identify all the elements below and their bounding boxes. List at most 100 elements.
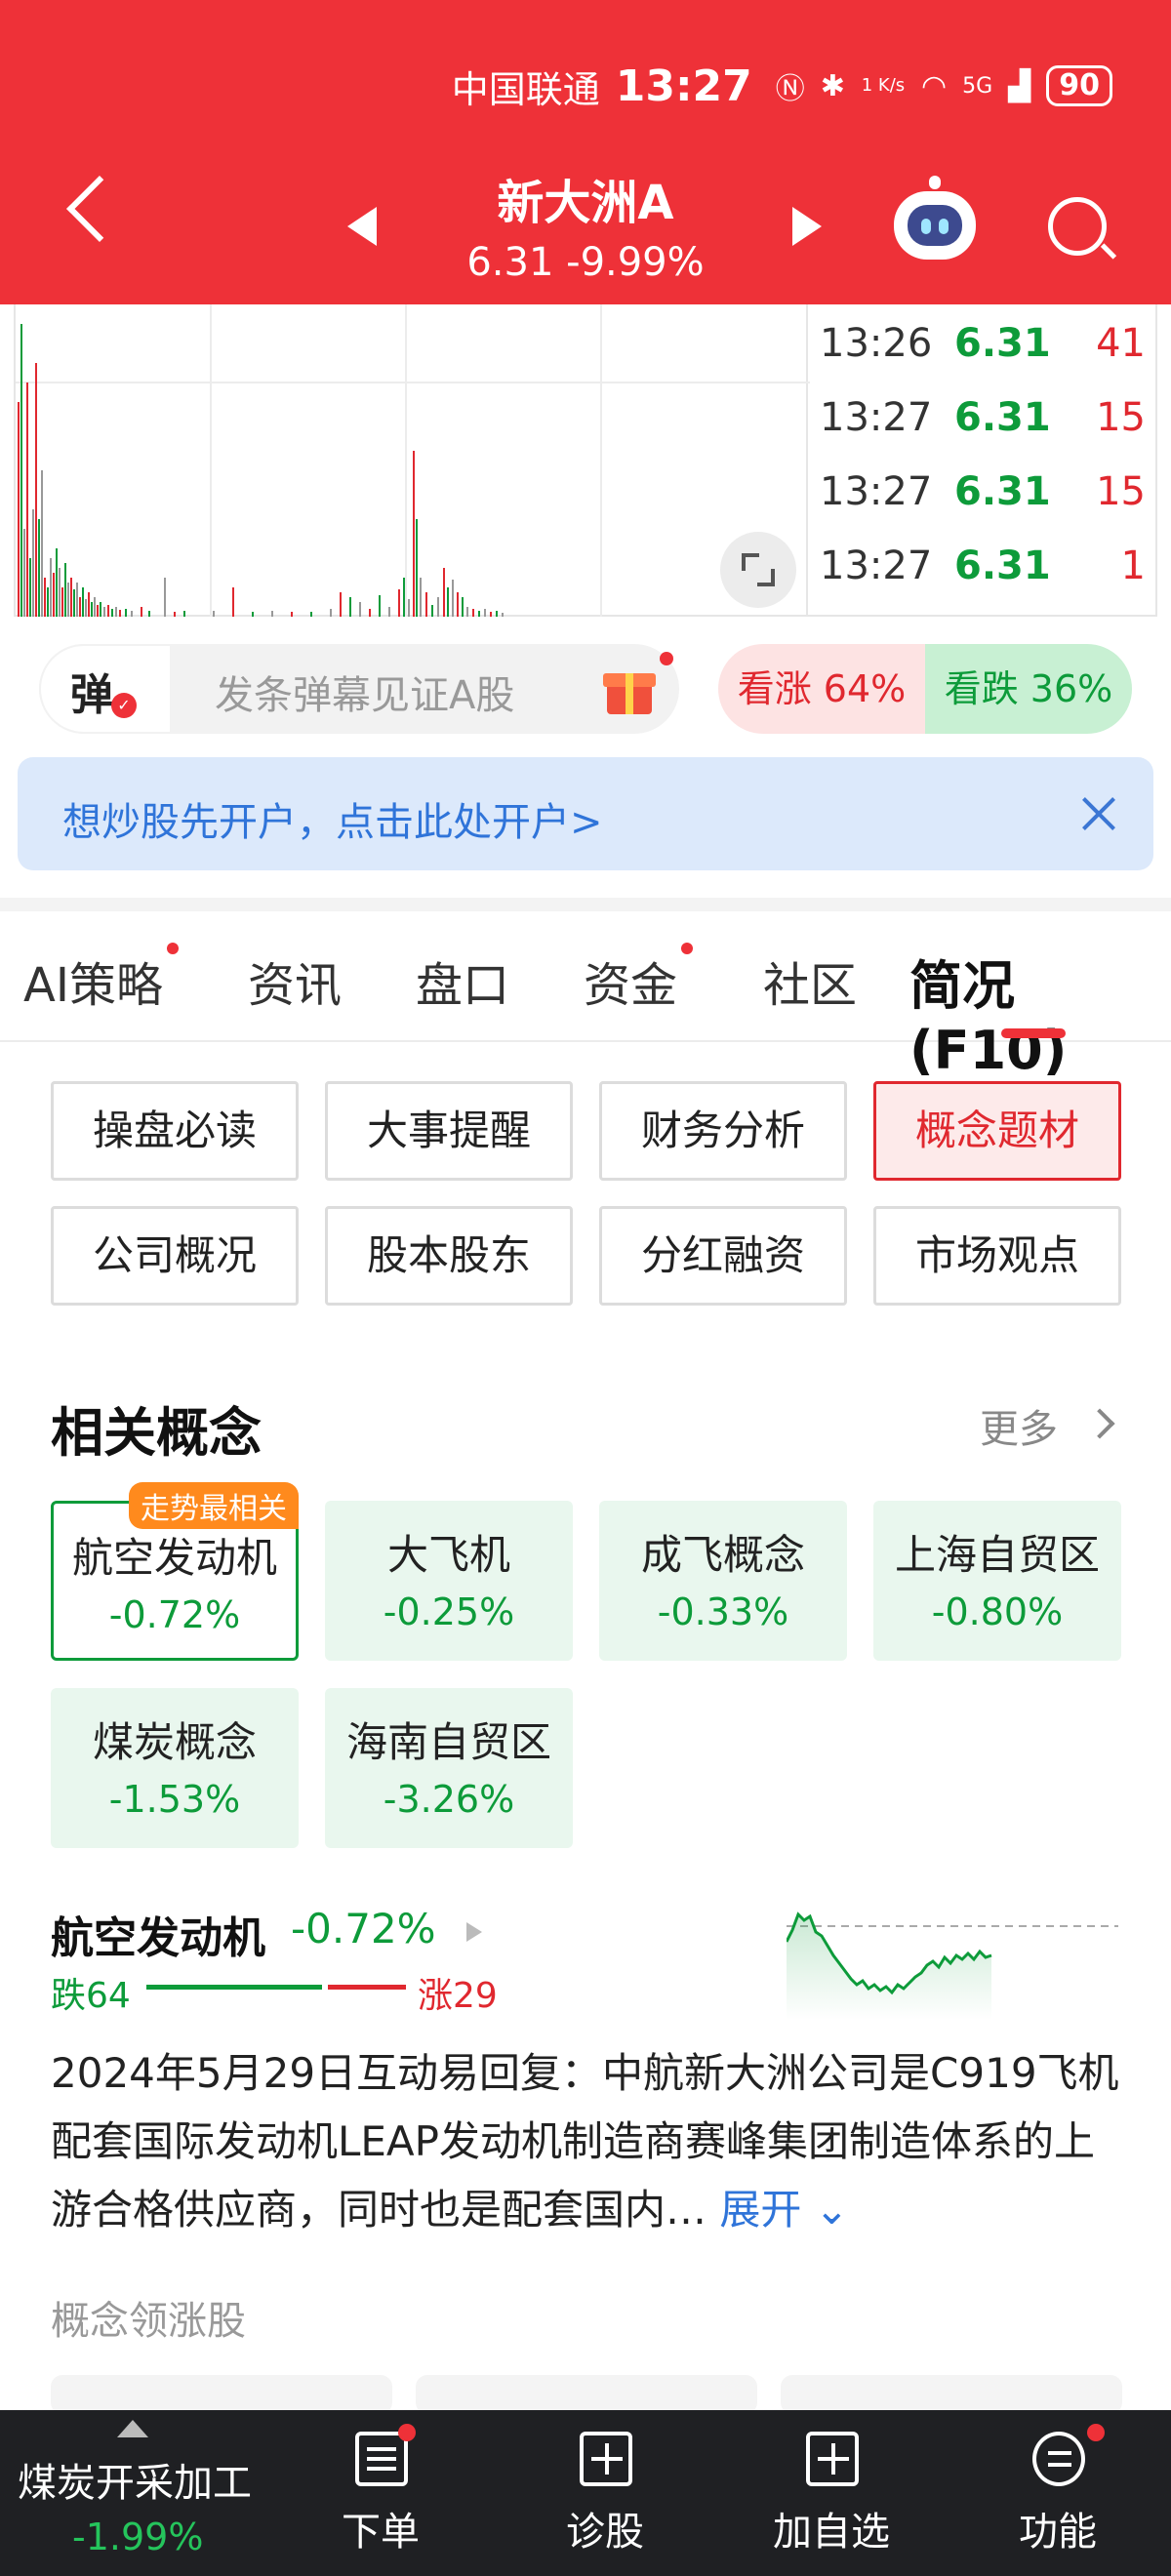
concept-card[interactable]: 大飞机 -0.25% [325,1501,573,1661]
diagnose-icon [580,2432,632,2486]
fullscreen-icon[interactable] [720,532,796,608]
concept-name: 大飞机 [386,1531,510,1579]
f10-must-read-button[interactable]: 操盘必读 [51,1081,299,1181]
tick-time: 13:26 [820,321,933,366]
volume-bar [457,592,459,617]
fall-count: 跌64 [51,1976,131,2016]
add-watchlist-button[interactable]: 加自选 [734,2410,929,2576]
f10-concepts-button[interactable]: 概念题材 [873,1081,1121,1181]
volume-bar [183,611,185,617]
concept-change: -0.25% [383,1590,515,1633]
status-bar: 中国联通 13:27 Ⓝ ✱ 1 K/s ◠ 5G ▟ 90 [452,57,1112,115]
menu-notification-dot [1087,2424,1105,2441]
tab-ai-strategy[interactable]: AI策略 [23,943,179,1015]
gift-icon[interactable] [603,664,656,714]
volume-bar [70,578,72,617]
tab-f10-profile[interactable]: 简况(F10) [909,943,1171,1081]
concept-name: 上海自贸区 [894,1531,1100,1579]
tick-volume: 15 [1096,395,1146,440]
tab-community[interactable]: 社区 [763,946,857,1015]
active-tab-indicator [1001,1028,1066,1038]
ai-assistant-icon[interactable] [894,176,976,260]
f10-shareholders-button[interactable]: 股本股东 [325,1206,573,1306]
volume-bar [213,611,215,617]
more-link[interactable]: 更多 [980,1397,1058,1454]
expand-link[interactable]: 展开 ⌄ [719,2186,849,2234]
leader-card[interactable] [416,2375,757,2414]
stock-name: 新大洲A [497,176,674,230]
concept-name: 海南自贸区 [345,1718,551,1766]
menu-button[interactable]: 功能 [960,2410,1155,2576]
volume-bar [359,602,361,617]
volume-bar [44,578,46,617]
tab-order-book[interactable]: 盘口 [416,946,509,1015]
danmaku-check-icon: ✓ [111,693,137,718]
concept-name: 煤炭概念 [92,1718,257,1766]
volume-bar [148,611,150,617]
volume-bar [79,597,81,617]
concept-card[interactable]: 海南自贸区 -3.26% [325,1688,573,1848]
sector-index-change: -1.99% [72,2516,204,2558]
concept-card[interactable]: 成飞概念 -0.33% [599,1501,847,1661]
volume-bar [330,609,332,617]
danmaku-input[interactable]: 弹 ✓ 发条弹幕见证A股 [39,644,679,734]
f10-dividends-button[interactable]: 分红融资 [599,1206,847,1306]
volume-bar [398,589,400,617]
order-button[interactable]: 下单 [283,2410,478,2576]
search-icon[interactable] [1048,197,1107,256]
vote-bear-button[interactable]: 看跌 36% [925,644,1132,734]
f10-events-button[interactable]: 大事提醒 [325,1081,573,1181]
volume-bar [67,583,69,617]
next-stock-arrow[interactable] [792,207,822,246]
volume-chart[interactable] [14,304,810,617]
tab-notification-dot [167,943,179,954]
expand-up-icon[interactable] [117,2420,148,2437]
prev-stock-arrow[interactable] [347,207,377,246]
vote-bull-button[interactable]: 看涨 64% [718,644,925,734]
chevron-right-icon[interactable] [1084,1408,1115,1439]
tick-row: 13:27 6.31 15 [808,381,1155,455]
danmaku-toggle[interactable]: 弹 ✓ [39,644,172,734]
leader-card[interactable] [781,2375,1122,2414]
fall-ratio-bar [146,1985,322,1990]
f10-financials-button[interactable]: 财务分析 [599,1081,847,1181]
volume-bar [369,609,371,617]
volume-bar [437,597,439,617]
wifi-icon: ◠ [920,68,948,103]
tick-volume: 1 [1120,543,1146,588]
rise-count: 涨29 [418,1976,498,2016]
play-arrow-icon[interactable] [466,1922,482,1942]
tab-funds[interactable]: 资金 [584,943,694,1015]
tab-label: 盘口 [416,958,510,1013]
concept-card[interactable]: 走势最相关 航空发动机 -0.72% [51,1482,299,1661]
concept-card[interactable]: 上海自贸区 -0.80% [873,1501,1121,1661]
leader-card[interactable] [51,2375,392,2414]
back-button[interactable] [66,176,133,242]
volume-bar [502,613,504,617]
volume-bar [420,578,422,617]
concept-detail-name[interactable]: 航空发动机 [51,1903,265,1965]
volume-bar [107,605,109,617]
close-icon[interactable] [1077,792,1120,835]
concept-card[interactable]: 煤炭概念 -1.53% [51,1688,299,1848]
volume-bar [91,602,93,617]
open-account-banner[interactable]: 想炒股先开户，点击此处开户> [18,757,1153,870]
sector-index-name[interactable]: 煤炭开采加工 [18,2451,252,2508]
f10-opinions-button[interactable]: 市场观点 [873,1206,1121,1306]
add-watchlist-icon [806,2432,859,2486]
f10-company-button[interactable]: 公司概况 [51,1206,299,1306]
volume-bar [466,607,468,617]
most-related-badge: 走势最相关 [129,1482,299,1529]
volume-bar [131,611,133,617]
volume-bar [478,611,480,617]
section-divider [0,898,1171,911]
tick-time: 13:27 [820,395,933,440]
volume-bar [340,592,342,617]
diagnose-button[interactable]: 诊股 [507,2410,703,2576]
tab-news[interactable]: 资讯 [248,946,342,1015]
battery-indicator: 90 [1046,65,1112,106]
volume-bar [431,605,433,617]
volume-bar [47,587,49,617]
volume-bar [41,470,43,617]
concept-sparkline [787,1912,1118,2020]
